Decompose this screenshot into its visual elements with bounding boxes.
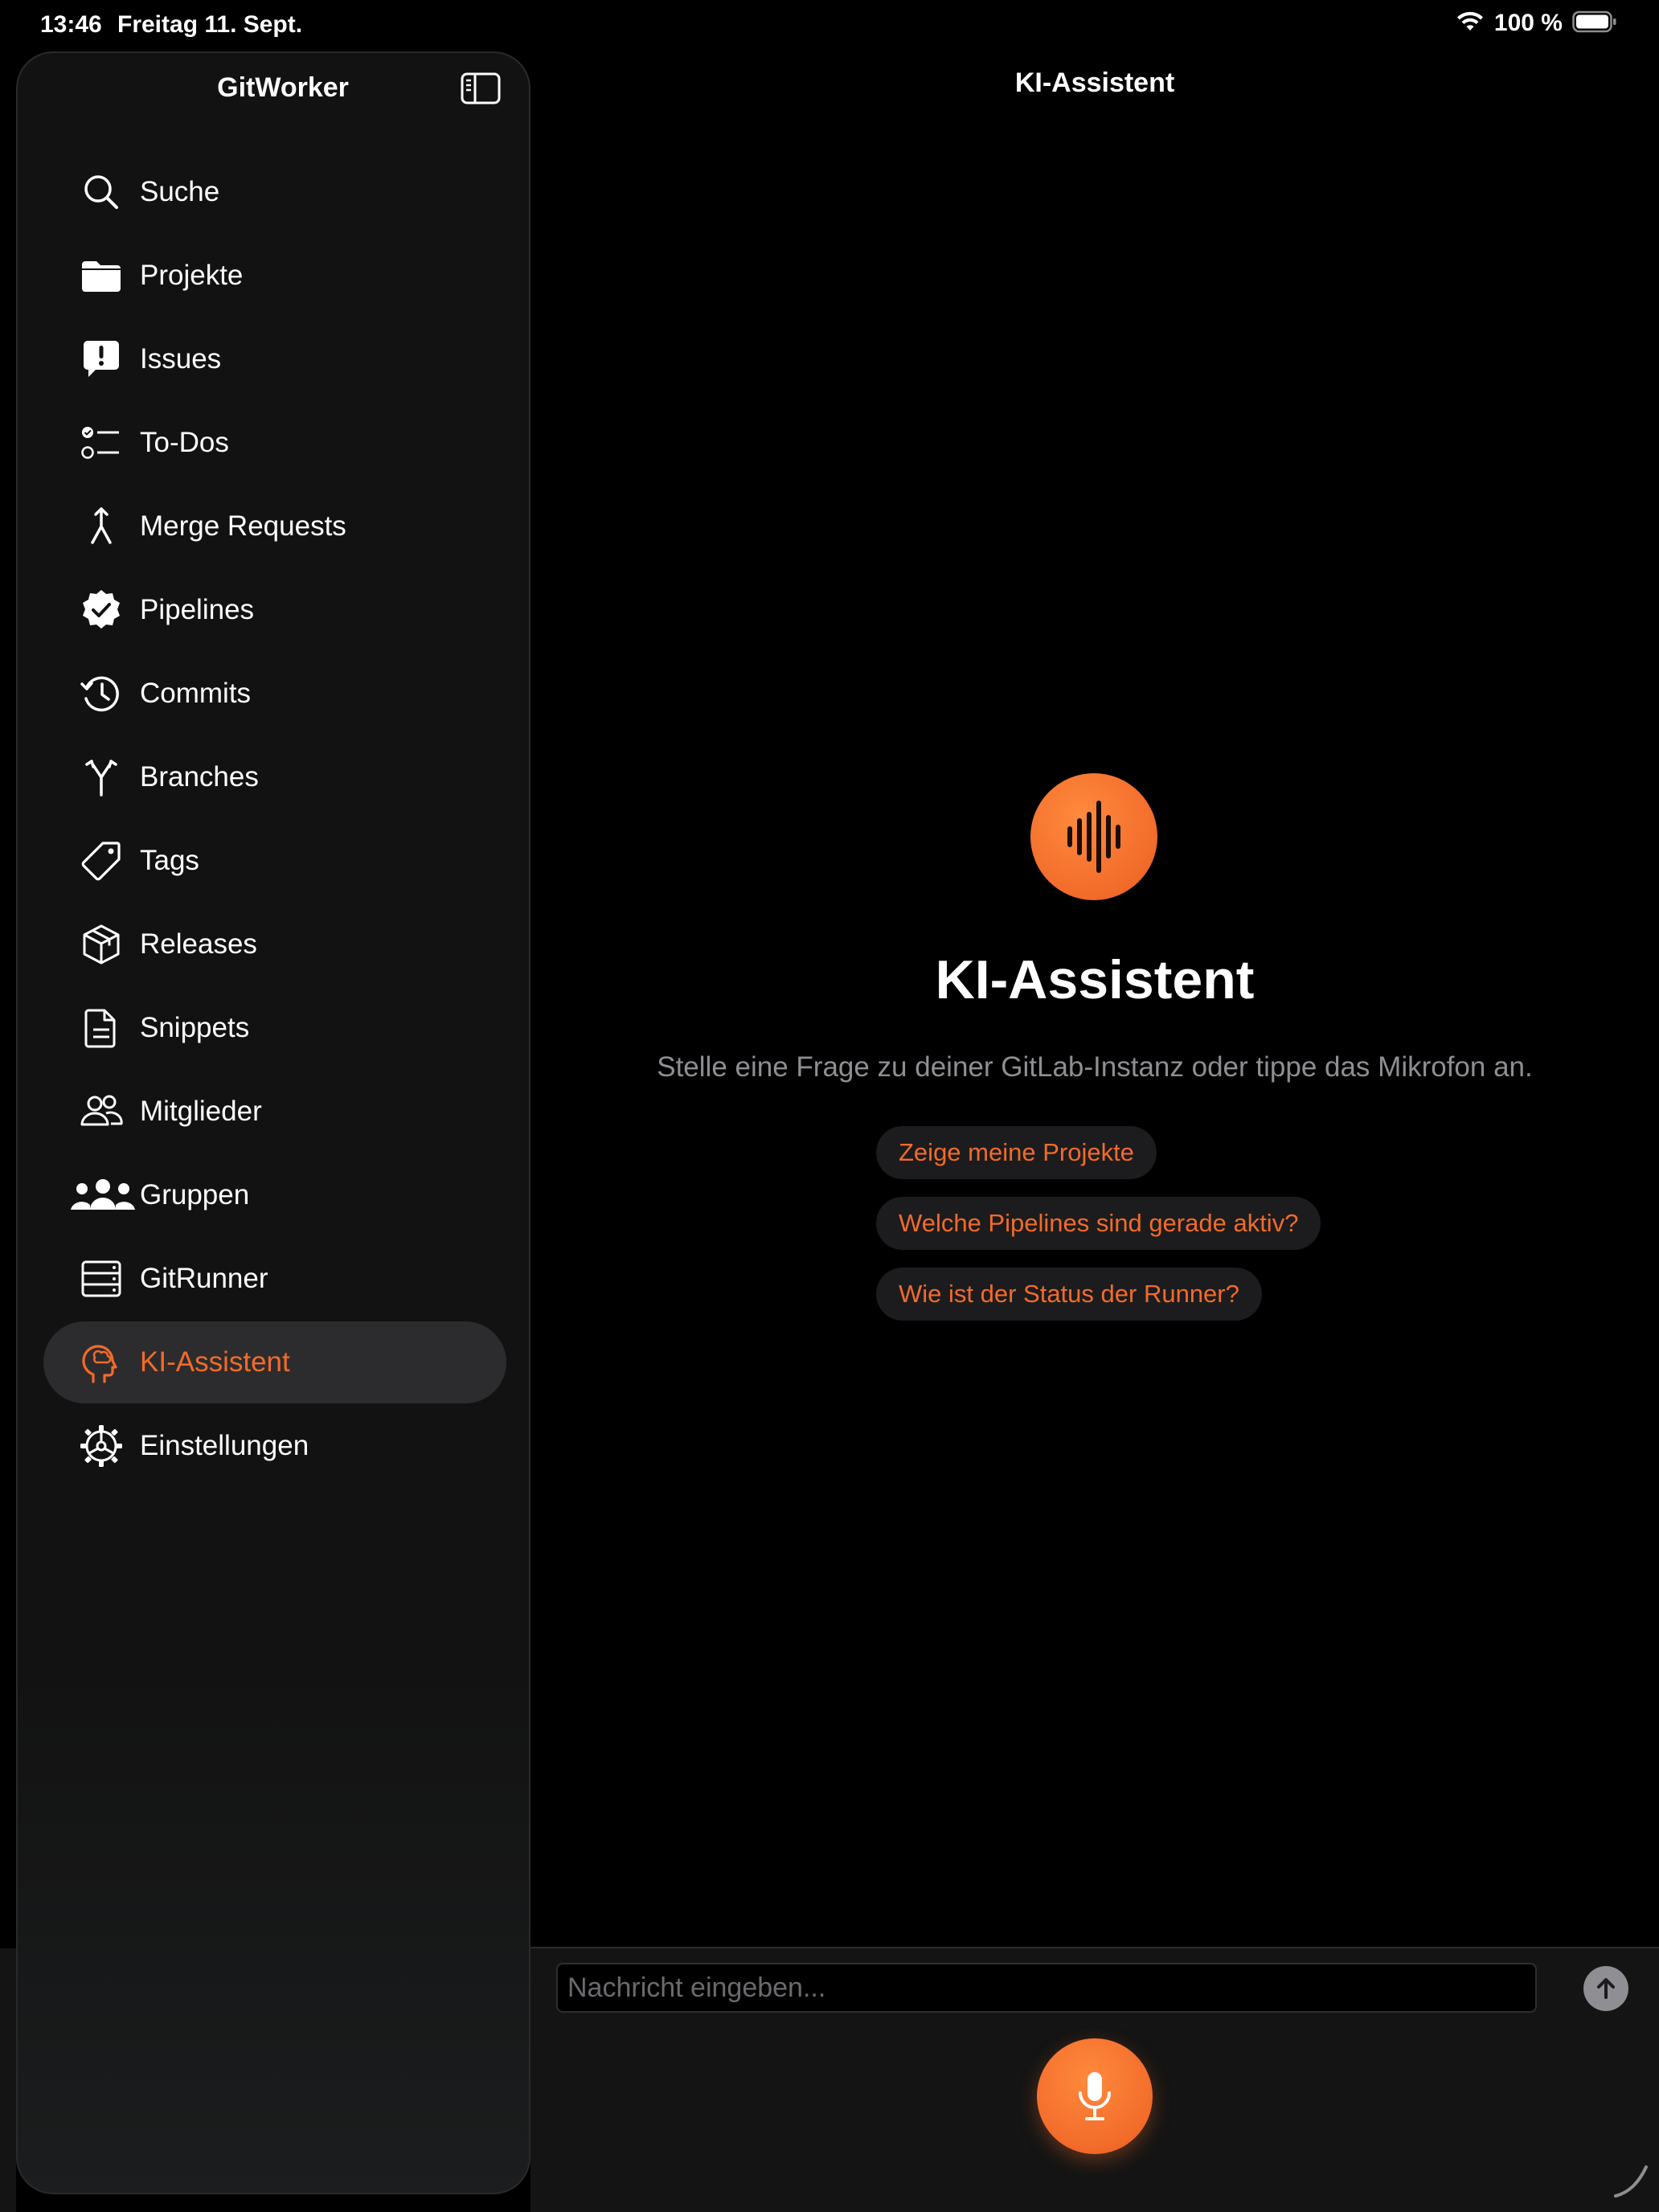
merge-icon xyxy=(79,504,124,549)
sidebar-item-label: Issues xyxy=(140,343,222,375)
sidebar-item-label: Gruppen xyxy=(140,1179,250,1210)
status-time: 13:46 xyxy=(40,11,102,38)
history-clock-icon xyxy=(79,671,124,716)
sidebar-item-label: KI-Assistent xyxy=(140,1346,290,1378)
gear-icon xyxy=(79,1423,124,1469)
suggestion-chip[interactable]: Zeige meine Projekte xyxy=(876,1126,1157,1179)
package-icon xyxy=(79,922,124,967)
suggestion-chip[interactable]: Wie ist der Status der Runner? xyxy=(876,1268,1262,1321)
send-button[interactable] xyxy=(1583,1966,1628,2011)
status-right: 100 % xyxy=(1456,10,1617,37)
sidebar-item-label: GitRunner xyxy=(140,1263,268,1294)
sidebar-item-label: Suche xyxy=(140,176,220,207)
waveform-icon xyxy=(1067,801,1120,873)
sidebar-toggle-icon xyxy=(461,72,501,104)
checkmark-seal-icon xyxy=(79,588,124,633)
sidebar-item-label: Pipelines xyxy=(140,594,255,625)
battery-icon xyxy=(1572,10,1617,37)
group-people-icon xyxy=(69,1173,137,1218)
status-date: Freitag 11. Sept. xyxy=(117,11,303,38)
checklist-icon xyxy=(79,420,124,465)
folder-icon xyxy=(79,253,124,298)
sidebar-item-label: Projekte xyxy=(140,260,244,291)
sidebar-item-commits[interactable]: Commits xyxy=(43,653,506,735)
message-input[interactable] xyxy=(556,1963,1537,2013)
bottom-band xyxy=(0,1948,16,2212)
status-bar: 13:46 Freitag 11. Sept. 100 % xyxy=(0,0,1659,51)
sidebar-item-label: Branches xyxy=(140,761,259,793)
sidebar-title: GitWorker xyxy=(217,72,349,103)
empty-state-title: KI-Assistent xyxy=(935,949,1255,1010)
server-icon xyxy=(79,1256,124,1301)
tag-icon xyxy=(79,838,124,883)
sidebar-item-tags[interactable]: Tags xyxy=(43,820,506,902)
sidebar-item-pipelines[interactable]: Pipelines xyxy=(43,569,506,651)
two-people-icon xyxy=(79,1089,124,1134)
message-composer xyxy=(530,1947,1659,2212)
suggestion-chip[interactable]: Welche Pipelines sind gerade aktiv? xyxy=(876,1197,1321,1250)
sidebar-item-label: Mitglieder xyxy=(140,1096,262,1127)
page-title: KI-Assistent xyxy=(1014,68,1175,98)
sidebar-item-label: Merge Requests xyxy=(140,510,346,542)
resize-corner-icon xyxy=(1614,2165,1648,2198)
sidebar-item-label: Commits xyxy=(140,678,252,709)
empty-state-subtitle: Stelle eine Frage zu deiner GitLab-Insta… xyxy=(657,1051,1533,1083)
sidebar-item-gitrunner[interactable]: GitRunner xyxy=(43,1238,506,1320)
issue-bubble-icon xyxy=(79,337,124,382)
wifi-icon xyxy=(1456,10,1485,37)
sidebar-item-suche[interactable]: Suche xyxy=(43,151,506,233)
sidebar-item-label: To-Dos xyxy=(140,427,229,458)
sidebar-toggle-button[interactable] xyxy=(460,71,502,106)
waveform-badge xyxy=(1030,773,1157,900)
sidebar-item-mitglieder[interactable]: Mitglieder xyxy=(43,1071,506,1153)
sidebar-item-merge-requests[interactable]: Merge Requests xyxy=(43,485,506,567)
sidebar: GitWorker Suche Projekte Issues To-Dos M… xyxy=(16,51,530,2194)
sidebar-item-releases[interactable]: Releases xyxy=(43,903,506,985)
brain-head-icon xyxy=(79,1340,124,1385)
sidebar-item-branches[interactable]: Branches xyxy=(43,736,506,818)
sidebar-item-label: Snippets xyxy=(140,1012,250,1043)
microphone-button[interactable] xyxy=(1037,2038,1153,2154)
search-icon xyxy=(79,170,124,215)
sidebar-item-snippets[interactable]: Snippets xyxy=(43,987,506,1069)
sidebar-item-label: Einstellungen xyxy=(140,1430,309,1461)
battery-percent: 100 % xyxy=(1493,10,1563,36)
arrow-up-icon xyxy=(1597,1978,1615,1999)
sidebar-item-projekte[interactable]: Projekte xyxy=(43,235,506,317)
sidebar-item-issues[interactable]: Issues xyxy=(43,318,506,400)
sidebar-item-label: Tags xyxy=(140,845,199,876)
sidebar-item-label: Releases xyxy=(140,928,257,960)
microphone-icon xyxy=(1079,2072,1111,2120)
sidebar-item-einstellungen[interactable]: Einstellungen xyxy=(43,1405,506,1487)
branch-icon xyxy=(79,755,124,800)
sidebar-item-gruppen[interactable]: Gruppen xyxy=(43,1154,506,1236)
sidebar-item-ki-assistent[interactable]: KI-Assistent xyxy=(43,1321,506,1403)
screen: 13:46 Freitag 11. Sept. 100 % GitWorker … xyxy=(0,0,1659,2212)
document-icon xyxy=(79,1006,124,1051)
resize-handle[interactable] xyxy=(1611,2161,1651,2201)
sidebar-item-to-dos[interactable]: To-Dos xyxy=(43,402,506,484)
